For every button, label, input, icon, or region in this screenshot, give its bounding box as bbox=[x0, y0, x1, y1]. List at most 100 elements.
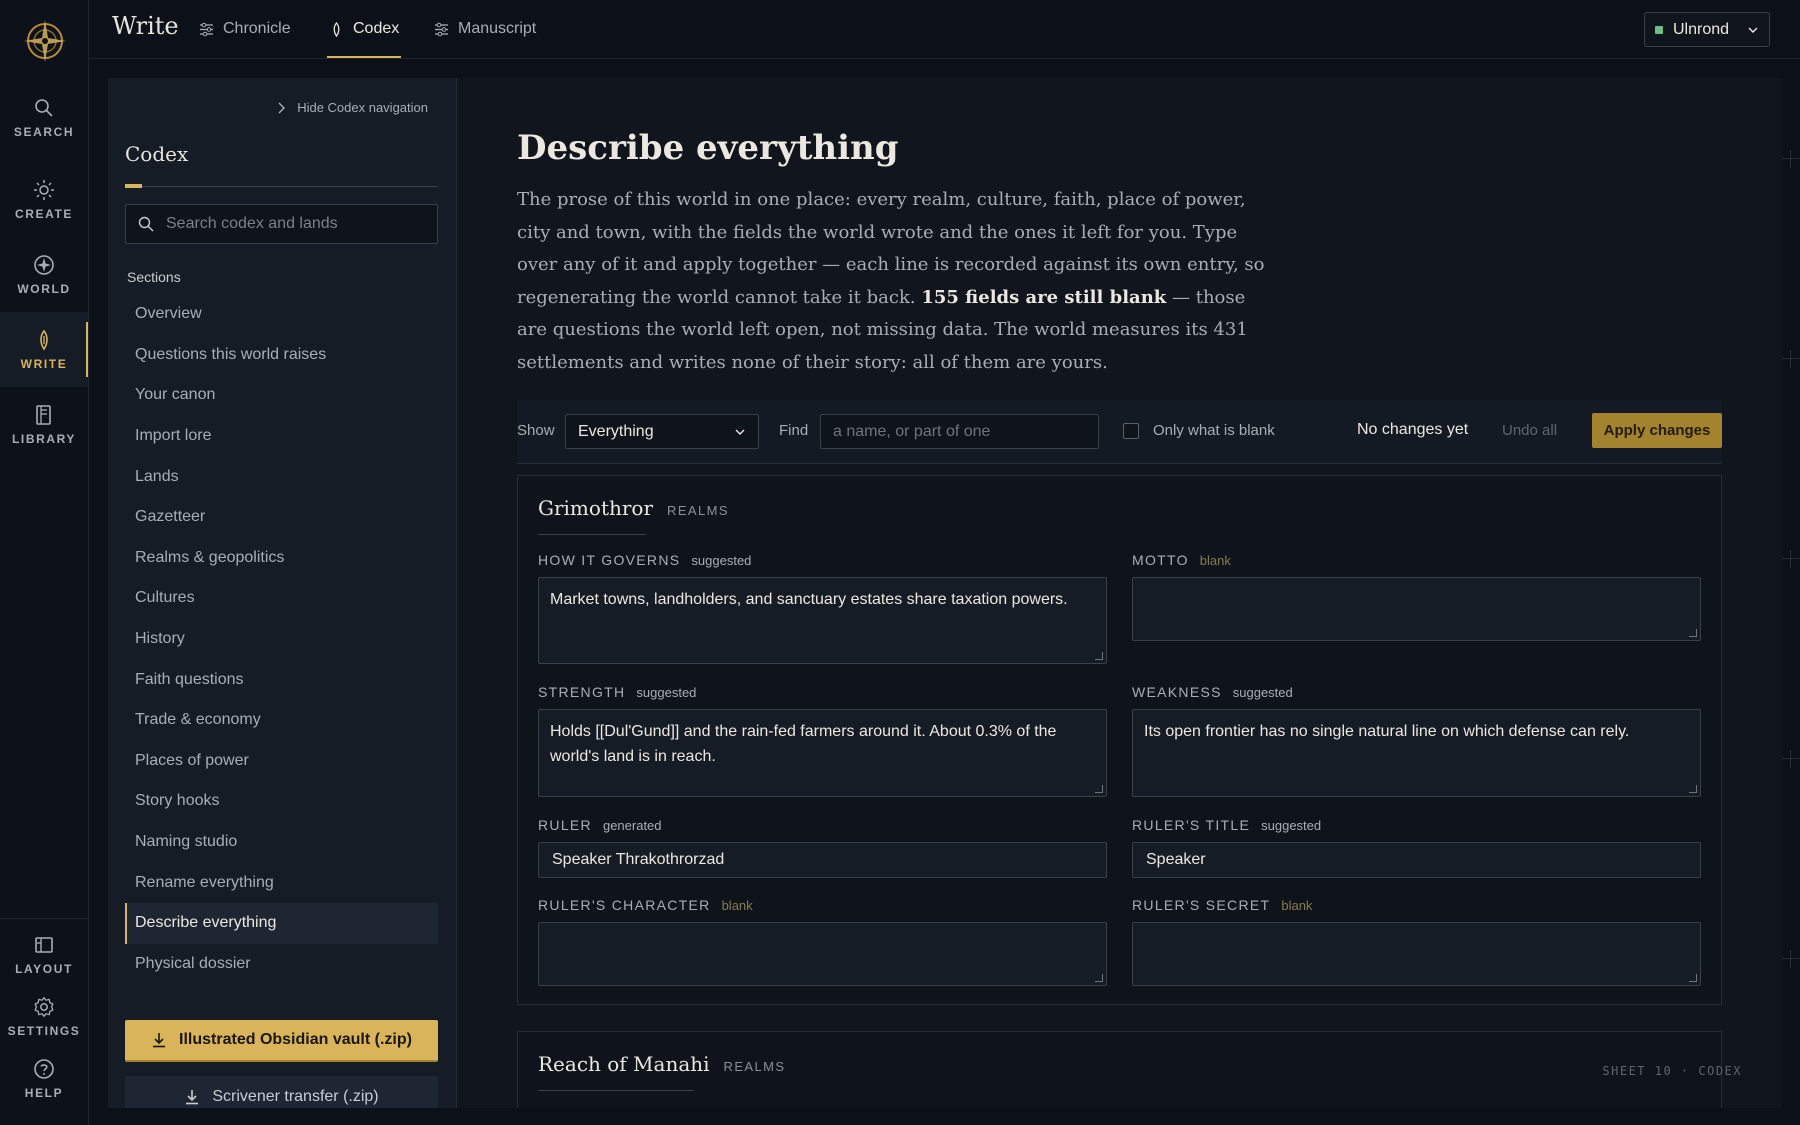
section-item-questions-this-world-raises[interactable]: Questions this world raises bbox=[125, 335, 438, 376]
rail-label: CREATE bbox=[14, 206, 74, 221]
find-input[interactable] bbox=[820, 414, 1099, 449]
show-label: Show bbox=[517, 422, 555, 439]
sun-icon bbox=[34, 179, 54, 200]
rail-write[interactable]: WRITE bbox=[0, 312, 88, 387]
rail-layout[interactable]: LAYOUT bbox=[0, 920, 88, 990]
section-item-trade-economy[interactable]: Trade & economy bbox=[125, 700, 438, 741]
tab-chronicle[interactable]: Chronicle bbox=[199, 0, 291, 58]
tab-manuscript[interactable]: Manuscript bbox=[434, 0, 536, 58]
section-item-story-hooks[interactable]: Story hooks bbox=[125, 781, 438, 822]
field-label: RULER'S TITLE suggested bbox=[1132, 817, 1701, 833]
field-label: MOTTO blank bbox=[1132, 552, 1701, 568]
section-item-import-lore[interactable]: Import lore bbox=[125, 416, 438, 457]
divider bbox=[538, 1090, 694, 1091]
icon-rail: SEARCH CREATE WORLD WRITE LIBRARY LAYOUT… bbox=[0, 0, 89, 1125]
crosshair-icon bbox=[1782, 550, 1800, 568]
apply-changes-button[interactable]: Apply changes bbox=[1592, 413, 1722, 448]
tab-label: Codex bbox=[353, 20, 400, 37]
rail-create[interactable]: CREATE bbox=[0, 162, 88, 237]
section-item-gazetteer[interactable]: Gazetteer bbox=[125, 497, 438, 538]
weakness-textarea[interactable]: Its open frontier has no single natural … bbox=[1132, 709, 1701, 797]
field-ruler: RULER generated Speaker Thrakothrorzad bbox=[538, 817, 1107, 878]
find-label: Find bbox=[779, 422, 809, 439]
codex-navigation: Hide Codex navigation Codex Search codex… bbox=[108, 78, 457, 1108]
tab-label: Manuscript bbox=[458, 20, 537, 37]
section-item-places-of-power[interactable]: Places of power bbox=[125, 741, 438, 782]
export-obsidian-button[interactable]: Illustrated Obsidian vault (.zip) bbox=[125, 1020, 438, 1062]
field-label-text: HOW IT GOVERNS bbox=[538, 552, 681, 568]
hide-codex-nav-button[interactable]: Hide Codex navigation bbox=[275, 100, 428, 115]
undo-all-button[interactable]: Undo all bbox=[1502, 422, 1557, 439]
app-logo-icon[interactable] bbox=[22, 18, 68, 64]
registration-marks bbox=[1782, 60, 1800, 1120]
entry-card: Reach of Manahi REALMS bbox=[517, 1031, 1722, 1108]
section-item-faith-questions[interactable]: Faith questions bbox=[125, 659, 438, 700]
sliders-icon bbox=[435, 22, 448, 36]
rulers-title-input[interactable]: Speaker bbox=[1132, 842, 1701, 878]
section-item-cultures[interactable]: Cultures bbox=[125, 578, 438, 619]
codex-search-input[interactable]: Search codex and lands bbox=[125, 204, 438, 244]
field-motto: MOTTO blank bbox=[1132, 552, 1701, 641]
sections-list: Overview Questions this world raises Your … bbox=[125, 294, 438, 984]
field-label: RULER'S SECRET blank bbox=[1132, 897, 1701, 913]
rail-help[interactable]: HELP bbox=[0, 1044, 88, 1114]
crosshair-icon bbox=[1782, 950, 1800, 968]
rail-label: HELP bbox=[24, 1086, 64, 1100]
section-item-physical-dossier[interactable]: Physical dossier bbox=[125, 944, 438, 985]
field-how-it-governs: HOW IT GOVERNS suggested Market towns, la… bbox=[538, 552, 1107, 664]
rail-label: LIBRARY bbox=[11, 431, 77, 446]
entry-type: REALMS bbox=[723, 1059, 786, 1074]
field-rulers-secret: RULER'S SECRET blank bbox=[1132, 897, 1701, 986]
governs-textarea[interactable]: Market towns, landholders, and sanctuary… bbox=[538, 577, 1107, 664]
field-rulers-title: RULER'S TITLE suggested Speaker bbox=[1132, 817, 1701, 878]
export-scrivener-label: Scrivener transfer (.zip) bbox=[212, 1088, 379, 1105]
change-status: No changes yet bbox=[1357, 421, 1469, 438]
show-select[interactable]: Everything bbox=[565, 414, 759, 449]
only-blank-checkbox[interactable] bbox=[1123, 422, 1139, 439]
ruler-input[interactable]: Speaker Thrakothrorzad bbox=[538, 842, 1107, 878]
section-item-overview[interactable]: Overview bbox=[125, 294, 438, 335]
export-scrivener-button[interactable]: Scrivener transfer (.zip) bbox=[125, 1076, 438, 1108]
desc-blank-count: 155 fields are still blank bbox=[921, 286, 1167, 308]
user-name: Ulnrond bbox=[1673, 20, 1730, 38]
crosshair-icon bbox=[1782, 350, 1800, 368]
user-menu[interactable]: Ulnrond bbox=[1644, 12, 1770, 47]
help-icon bbox=[34, 1059, 54, 1079]
section-item-your-canon[interactable]: Your canon bbox=[125, 375, 438, 416]
field-status: blank bbox=[721, 898, 753, 913]
field-label-text: RULER'S TITLE bbox=[1132, 817, 1251, 833]
rail-divider bbox=[0, 918, 88, 919]
rail-label: SETTINGS bbox=[7, 1024, 81, 1038]
sliders-icon bbox=[200, 22, 213, 36]
field-weakness: WEAKNESS suggested Its open frontier has … bbox=[1132, 684, 1701, 797]
rail-search[interactable]: SEARCH bbox=[0, 80, 88, 155]
title-accent bbox=[125, 184, 142, 188]
tab-codex[interactable]: Codex bbox=[327, 0, 402, 58]
section-item-lands[interactable]: Lands bbox=[125, 456, 438, 497]
rulers-character-textarea[interactable] bbox=[538, 922, 1107, 986]
hide-nav-label: Hide Codex navigation bbox=[297, 100, 428, 115]
main-content: Describe everything The prose of this wo… bbox=[457, 78, 1782, 1108]
rail-library[interactable]: LIBRARY bbox=[0, 387, 88, 462]
crosshair-icon bbox=[1782, 750, 1800, 768]
show-value: Everything bbox=[578, 422, 654, 440]
section-item-realms-geopolitics[interactable]: Realms & geopolitics bbox=[125, 538, 438, 579]
rulers-secret-textarea[interactable] bbox=[1132, 922, 1701, 986]
field-label-text: STRENGTH bbox=[538, 684, 626, 700]
rail-settings[interactable]: SETTINGS bbox=[0, 982, 88, 1052]
chevron-down-icon bbox=[735, 429, 745, 435]
gear-icon bbox=[34, 996, 54, 1018]
field-strength: STRENGTH suggested Holds [[Dul'Gund]] and… bbox=[538, 684, 1107, 797]
motto-textarea[interactable] bbox=[1132, 577, 1701, 641]
strength-textarea[interactable]: Holds [[Dul'Gund]] and the rain-fed farm… bbox=[538, 709, 1107, 797]
section-item-naming-studio[interactable]: Naming studio bbox=[125, 822, 438, 863]
field-label: WEAKNESS suggested bbox=[1132, 684, 1701, 700]
field-label-text: RULER bbox=[538, 817, 592, 833]
section-item-history[interactable]: History bbox=[125, 619, 438, 660]
section-item-describe-everything[interactable]: Describe everything bbox=[125, 902, 438, 944]
section-item-rename-everything[interactable]: Rename everything bbox=[125, 862, 438, 903]
only-blank-toggle[interactable]: Only what is blank bbox=[1123, 422, 1275, 439]
field-status: suggested bbox=[1232, 685, 1293, 700]
rail-world[interactable]: WORLD bbox=[0, 237, 88, 312]
export-obsidian-label: Illustrated Obsidian vault (.zip) bbox=[179, 1031, 412, 1048]
